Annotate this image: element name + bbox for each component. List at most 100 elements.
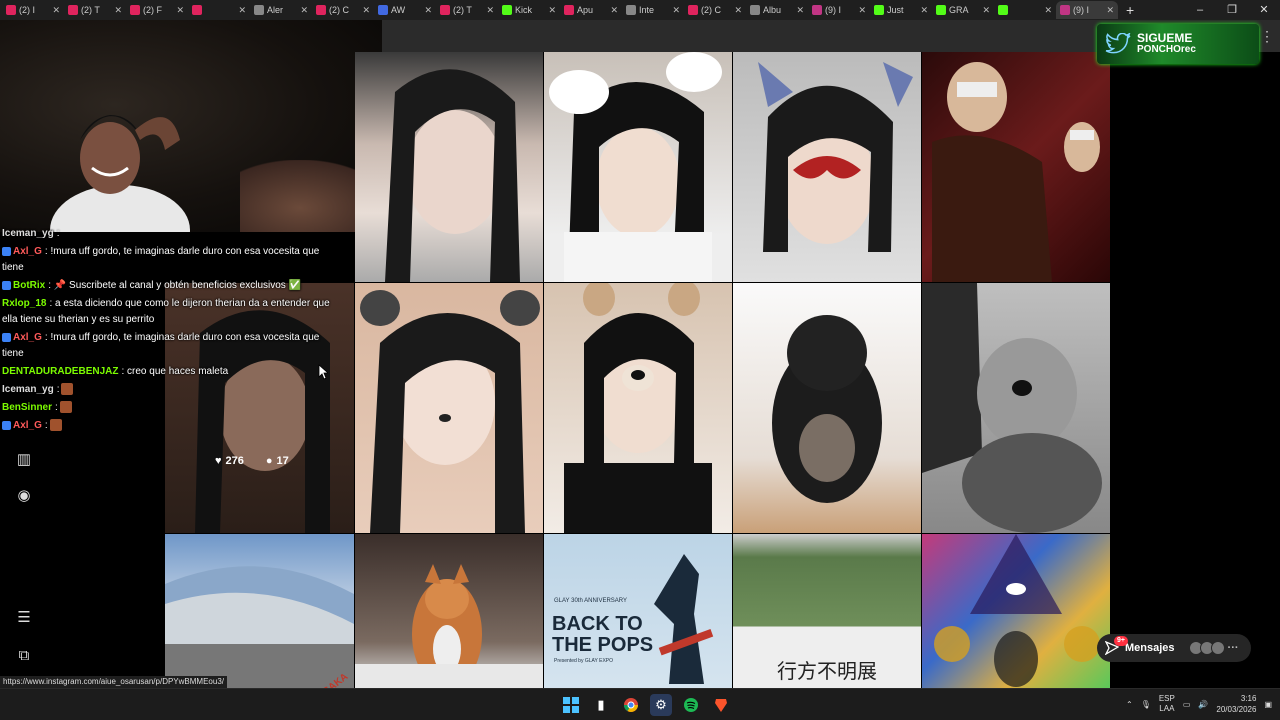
- tab-close-icon[interactable]: ✕: [548, 5, 556, 16]
- close-window-button[interactable]: ✕: [1248, 0, 1280, 20]
- chat-emote-icon: [61, 383, 74, 396]
- browser-tab[interactable]: (2) C ✕: [684, 1, 746, 19]
- browser-tab[interactable]: (9) I ✕: [1056, 1, 1118, 19]
- browser-tab[interactable]: ✕: [188, 1, 250, 19]
- browser-tab[interactable]: Inte ✕: [622, 1, 684, 19]
- messages-bar[interactable]: 9+ Mensajes ···: [1097, 634, 1251, 662]
- chat-emote-icon: [49, 419, 62, 432]
- tab-close-icon[interactable]: ✕: [176, 5, 184, 16]
- post-thumbnail[interactable]: 行方不明展: [733, 534, 921, 688]
- painting-shape: [932, 62, 1100, 282]
- network-icon[interactable]: ▭: [1183, 700, 1191, 709]
- tab-close-icon[interactable]: ✕: [858, 5, 866, 16]
- chat-message: Iceman_yg:: [2, 226, 332, 242]
- browser-tab[interactable]: (2) C ✕: [312, 1, 374, 19]
- notification-icon[interactable]: ▣: [1264, 700, 1272, 709]
- tab-close-icon[interactable]: ✕: [362, 5, 370, 16]
- microphone-icon[interactable]: 🎙: [1141, 700, 1151, 709]
- post-thumbnail[interactable]: [922, 52, 1110, 282]
- chat-username: Axl_G: [13, 246, 42, 257]
- chat-username: Axl_G: [13, 420, 42, 431]
- tab-close-icon[interactable]: ✕: [982, 5, 990, 16]
- post-thumbnail[interactable]: [922, 283, 1110, 533]
- post-thumbnail[interactable]: [544, 52, 732, 282]
- browser-tab[interactable]: (9) I ✕: [808, 1, 870, 19]
- post-thumbnail[interactable]: KYOCERA DOME OSAKA: [165, 534, 354, 688]
- chat-text: : creo que haces maleta: [121, 366, 229, 377]
- tab-title: GRA: [949, 5, 969, 15]
- tab-favicon-icon: [502, 5, 512, 15]
- minimize-button[interactable]: –: [1184, 0, 1216, 20]
- tab-close-icon[interactable]: ✕: [238, 5, 246, 16]
- browser-tab[interactable]: (2) F ✕: [126, 1, 188, 19]
- spotify-icon[interactable]: [680, 694, 702, 716]
- tab-close-icon[interactable]: ✕: [486, 5, 494, 16]
- tab-favicon-icon: [626, 5, 636, 15]
- tab-close-icon[interactable]: ✕: [52, 5, 60, 16]
- tab-close-icon[interactable]: ✕: [610, 5, 618, 16]
- post-thumbnail[interactable]: [544, 283, 732, 533]
- tab-close-icon[interactable]: ✕: [920, 5, 928, 16]
- meta-ai-icon[interactable]: ◉: [14, 486, 34, 506]
- brave-icon[interactable]: [710, 694, 732, 716]
- post-thumbnail[interactable]: GLAY 30th ANNIVERSARY BACK TO THE POPS P…: [544, 534, 732, 688]
- windows-start-icon[interactable]: [560, 694, 582, 716]
- volume-icon[interactable]: 🔊: [1198, 700, 1208, 709]
- browser-tab[interactable]: GRA ✕: [932, 1, 994, 19]
- tab-title: (9) I: [825, 5, 842, 15]
- tab-close-icon[interactable]: ✕: [796, 5, 804, 16]
- chat-message: Rxlop_18: a esta diciendo que como le di…: [2, 296, 332, 328]
- chat-username: Iceman_yg: [2, 384, 54, 395]
- chat-username: BenSinner: [2, 402, 53, 413]
- menu-icon[interactable]: ☰: [14, 608, 34, 628]
- post-thumbnail[interactable]: [922, 534, 1110, 688]
- tab-favicon-icon: [812, 5, 822, 15]
- language-indicator[interactable]: ESP LAA: [1159, 694, 1175, 714]
- chrome-icon[interactable]: [620, 694, 642, 716]
- post-thumbnail[interactable]: [733, 52, 921, 282]
- post-thumbnail[interactable]: [355, 52, 543, 282]
- chat-text: : !mura uff gordo, te imaginas darle dur…: [2, 332, 320, 359]
- chat-message: Axl_G:: [2, 418, 332, 434]
- browser-tab[interactable]: Apu ✕: [560, 1, 622, 19]
- show-hidden-icons[interactable]: ⌃: [1126, 700, 1133, 709]
- chat-message: DENTADURADEBENJAZ: creo que haces maleta: [2, 364, 332, 380]
- more-options-icon[interactable]: ⋮: [1260, 28, 1274, 45]
- also-from-meta-icon[interactable]: ⧉: [14, 646, 34, 666]
- tab-close-icon[interactable]: ✕: [1044, 5, 1052, 16]
- browser-tab[interactable]: AW ✕: [374, 1, 436, 19]
- chat-username: Axl_G: [13, 332, 42, 343]
- browser-tab[interactable]: ✕: [994, 1, 1056, 19]
- browser-tab[interactable]: Albu ✕: [746, 1, 808, 19]
- tab-favicon-icon: [6, 5, 16, 15]
- post-thumbnail[interactable]: [733, 283, 921, 533]
- tab-close-icon[interactable]: ✕: [1106, 5, 1114, 16]
- keyboard-layout: LAA: [1159, 704, 1175, 713]
- post-thumbnail[interactable]: [355, 283, 543, 533]
- messages-label: Mensajes: [1125, 642, 1175, 654]
- browser-tab[interactable]: (2) I ✕: [2, 1, 64, 19]
- tab-close-icon[interactable]: ✕: [734, 5, 742, 16]
- tab-close-icon[interactable]: ✕: [424, 5, 432, 16]
- tab-close-icon[interactable]: ✕: [300, 5, 308, 16]
- steam-icon[interactable]: ⚙: [650, 694, 672, 716]
- browser-tab[interactable]: (2) T ✕: [64, 1, 126, 19]
- tab-title: Kick: [515, 5, 533, 15]
- clock-time: 3:16: [1240, 694, 1257, 703]
- tab-close-icon[interactable]: ✕: [672, 5, 680, 16]
- glay-title-line2: THE POPS: [552, 634, 654, 656]
- browser-tab[interactable]: Kick ✕: [498, 1, 560, 19]
- maximize-button[interactable]: ❐: [1216, 0, 1248, 20]
- browser-tab[interactable]: Aler ✕: [250, 1, 312, 19]
- tab-close-icon[interactable]: ✕: [114, 5, 122, 16]
- post-thumbnail[interactable]: [355, 534, 543, 688]
- system-clock[interactable]: 3:16 20/03/2026: [1216, 693, 1256, 715]
- file-explorer-icon[interactable]: ▮: [590, 694, 612, 716]
- tab-title: Just: [887, 5, 904, 15]
- browser-tab[interactable]: Just ✕: [870, 1, 932, 19]
- browser-tab[interactable]: (2) T ✕: [436, 1, 498, 19]
- insights-icon[interactable]: ▥: [14, 450, 34, 470]
- selfie-shape: [385, 69, 520, 282]
- new-tab-button[interactable]: +: [1126, 2, 1134, 18]
- likes-count: ♥ 276: [215, 455, 244, 467]
